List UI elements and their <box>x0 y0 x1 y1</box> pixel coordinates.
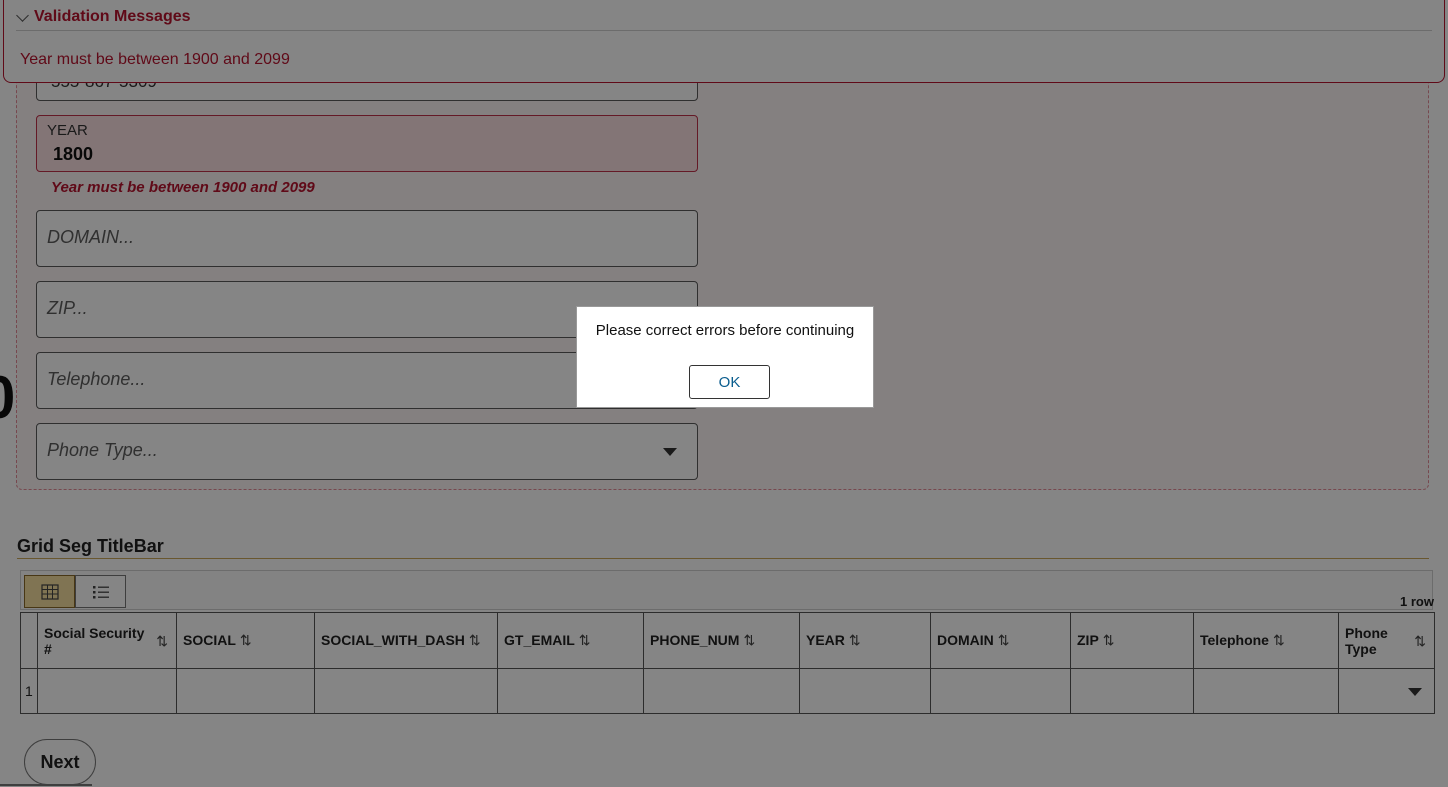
ok-button[interactable]: OK <box>689 365 770 399</box>
page: 0 555-867-5309 YEAR 1800 Year must be be… <box>0 0 1448 787</box>
error-dialog: Please correct errors before continuing … <box>576 306 874 408</box>
dialog-message: Please correct errors before continuing <box>595 322 855 339</box>
